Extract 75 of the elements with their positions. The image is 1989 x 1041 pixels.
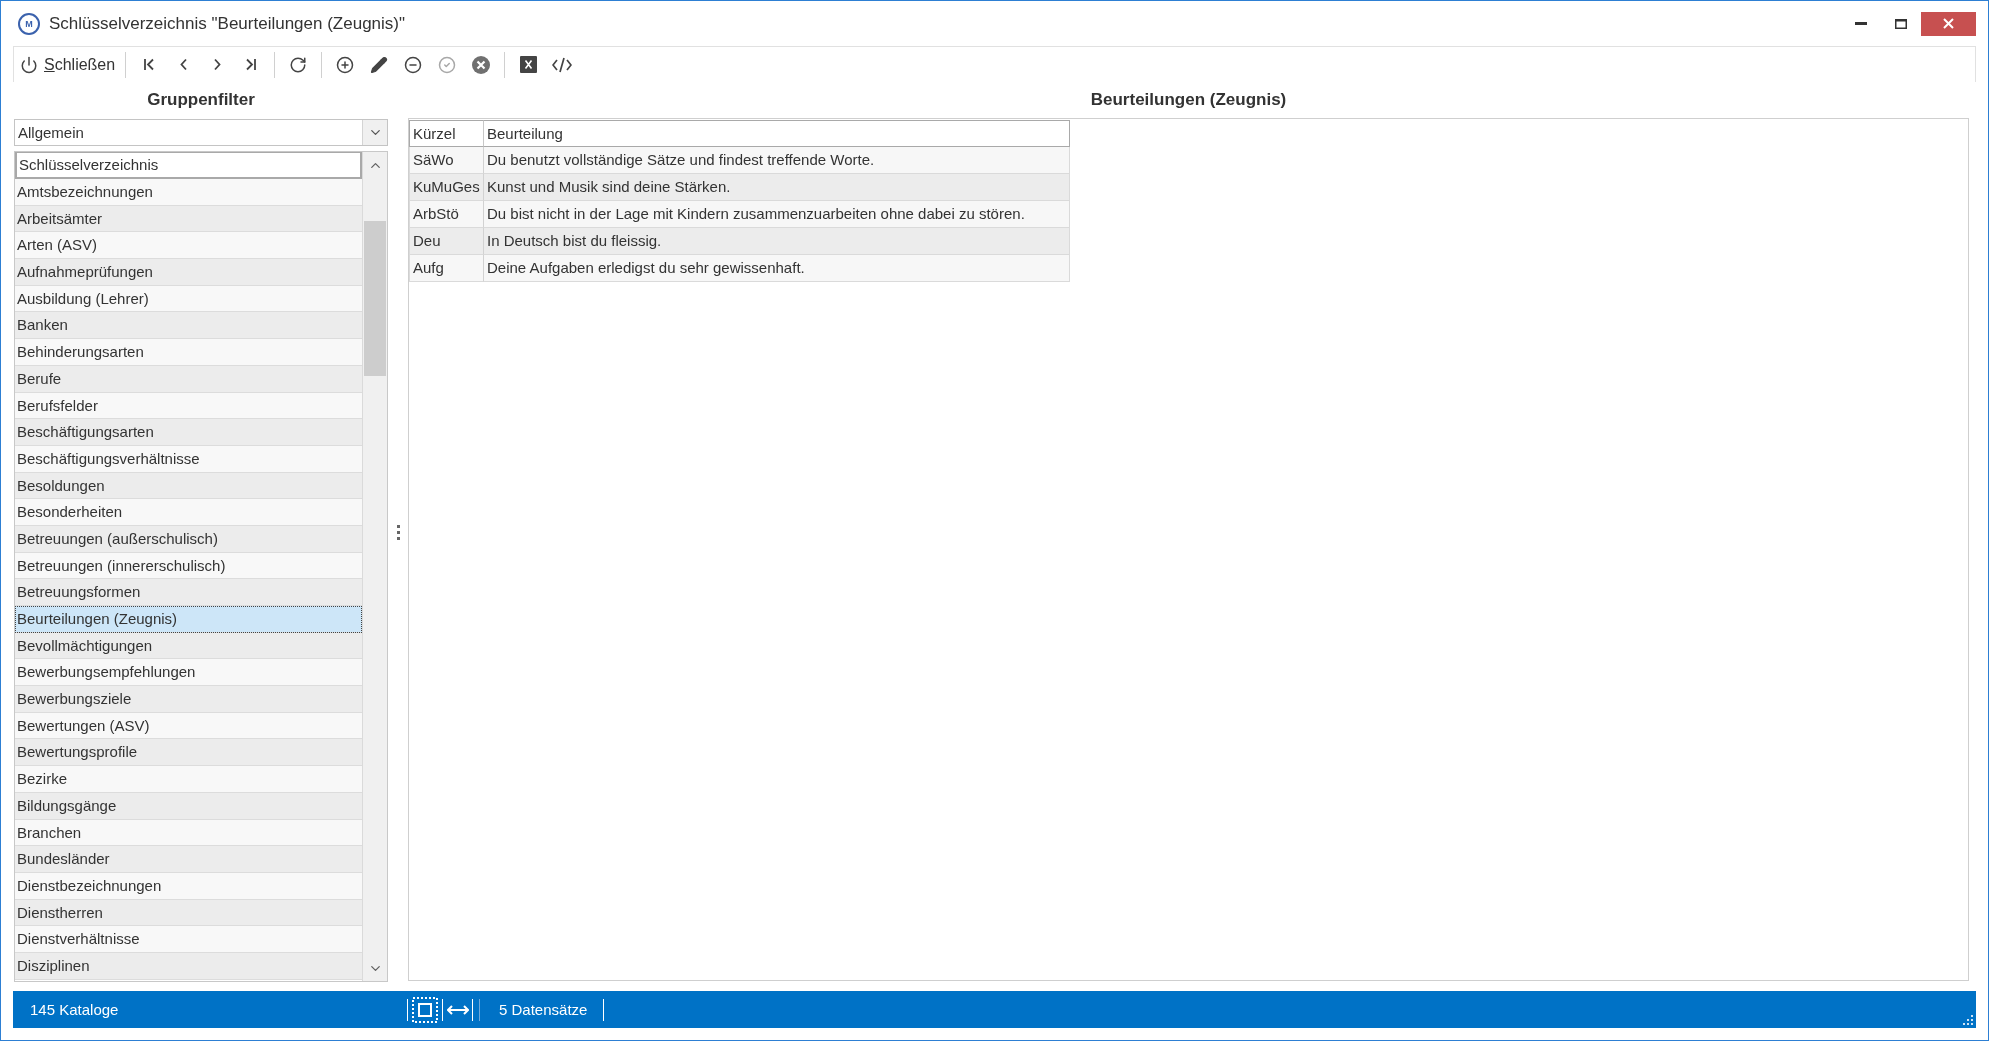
- list-item[interactable]: Beurteilungen (Zeugnis): [15, 606, 362, 633]
- list-item[interactable]: Dienstbezeichnungen: [15, 872, 362, 900]
- catalog-count: 145 Kataloge: [30, 1001, 119, 1018]
- dotted-square-icon[interactable]: [412, 996, 438, 1023]
- list-item[interactable]: Betreuungsformen: [15, 579, 362, 606]
- list-item[interactable]: Bevollmächtigungen: [15, 632, 362, 660]
- list-item[interactable]: Bundesländer: [15, 846, 362, 873]
- list-item[interactable]: Bewerbungsempfehlungen: [15, 659, 362, 687]
- list-item[interactable]: Branchen: [15, 819, 362, 847]
- table-cell: KuMuGes: [409, 174, 483, 201]
- list-item[interactable]: Banken: [15, 312, 362, 340]
- plus-circle-icon: [336, 55, 355, 74]
- chevron-right-icon: [213, 58, 221, 71]
- list-item[interactable]: Beschäftigungsverhältnisse: [15, 445, 362, 473]
- list-item[interactable]: Bildungsgänge: [15, 792, 362, 820]
- table-cell: ArbStö: [409, 201, 483, 228]
- table-cell: Kunst und Musik sind deine Stärken.: [483, 174, 1070, 201]
- table-cell: SäWo: [409, 147, 483, 174]
- close-icon: [1943, 18, 1954, 29]
- horizontal-arrows-icon[interactable]: [447, 1003, 469, 1016]
- panel-heading: Beurteilungen (Zeugnis): [1089, 89, 1288, 111]
- list-item[interactable]: Arten (ASV): [15, 232, 362, 260]
- close-window-button[interactable]: [1921, 11, 1976, 36]
- list-item[interactable]: Besoldungen: [15, 472, 362, 500]
- column-header[interactable]: Kürzel: [409, 120, 483, 147]
- refresh-icon: [289, 55, 308, 74]
- chevron-first-icon: [144, 58, 155, 71]
- list-item[interactable]: Bezirke: [15, 766, 362, 793]
- splitter-grip-icon[interactable]: [396, 525, 400, 540]
- code-icon: [552, 56, 573, 73]
- column-header[interactable]: Schlüsselverzeichnis: [15, 152, 362, 179]
- panel-heading: Gruppenfilter: [146, 89, 256, 111]
- chevron-last-icon: [246, 58, 257, 71]
- list-item[interactable]: Berufe: [15, 365, 362, 393]
- app-logo: M: [18, 12, 40, 35]
- table-cell: Deu: [409, 228, 483, 255]
- list-item[interactable]: Bewertungen (ASV): [15, 712, 362, 740]
- list-item[interactable]: Besonderheiten: [15, 499, 362, 526]
- table-cell: Du bist nicht in der Lage mit Kindern zusammenzuarbeiten ohne dabei zu stören.: [483, 201, 1070, 228]
- x-square-icon: [519, 56, 537, 73]
- chevron-left-icon: [179, 58, 187, 71]
- chevron-down-icon: [362, 120, 387, 145]
- list-item[interactable]: Bewertungsprofile: [15, 739, 362, 767]
- list-item[interactable]: Bewerbungsziele: [15, 686, 362, 713]
- check-circle-icon: [438, 55, 457, 74]
- power-icon: [20, 55, 38, 74]
- scrollbar-thumb[interactable]: [364, 221, 386, 376]
- list-item[interactable]: Beschäftigungsarten: [15, 419, 362, 446]
- list-item[interactable]: Behinderungsarten: [15, 339, 362, 366]
- list-item[interactable]: Arbeitsämter: [15, 205, 362, 233]
- list-item[interactable]: Amtsbezeichnungen: [15, 179, 362, 206]
- group-dropdown[interactable]: Allgemein: [14, 119, 388, 146]
- list-item[interactable]: Dienstverhältnisse: [15, 926, 362, 953]
- list-item[interactable]: Disziplinen: [15, 952, 362, 980]
- minimize-icon: [1855, 22, 1867, 25]
- list-item[interactable]: Ausbildung (Lehrer): [15, 285, 362, 313]
- list-item[interactable]: Berufsfelder: [15, 392, 362, 420]
- column-header[interactable]: Beurteilung: [483, 120, 1070, 147]
- list-item[interactable]: Aufnahmeprüfungen: [15, 259, 362, 286]
- pencil-icon: [370, 55, 389, 74]
- resize-grip-icon[interactable]: [1963, 1015, 1973, 1025]
- list-item[interactable]: Betreuungen (innererschulisch): [15, 552, 362, 580]
- minus-circle-icon: [404, 55, 423, 74]
- maximize-icon: [1895, 18, 1907, 29]
- record-count: 5 Datensätze: [498, 1001, 589, 1018]
- list-item[interactable]: Betreuungen (außerschulisch): [15, 525, 362, 553]
- table-cell: In Deutsch bist du fleissig.: [483, 228, 1070, 255]
- list-item[interactable]: Dienstherren: [15, 899, 362, 927]
- close-button[interactable]: Schließen: [16, 49, 120, 80]
- table-cell: Deine Aufgaben erledigst du sehr gewissenhaft.: [483, 255, 1070, 282]
- x-circle-icon: [472, 55, 491, 74]
- table-cell: Du benutzt vollständige Sätze und findest treffende Worte.: [483, 147, 1070, 174]
- window-title: Schlüsselverzeichnis "Beurteilungen (Zeugnis)": [49, 13, 406, 34]
- table-cell: Aufg: [409, 255, 483, 282]
- scrollbar[interactable]: [362, 152, 387, 981]
